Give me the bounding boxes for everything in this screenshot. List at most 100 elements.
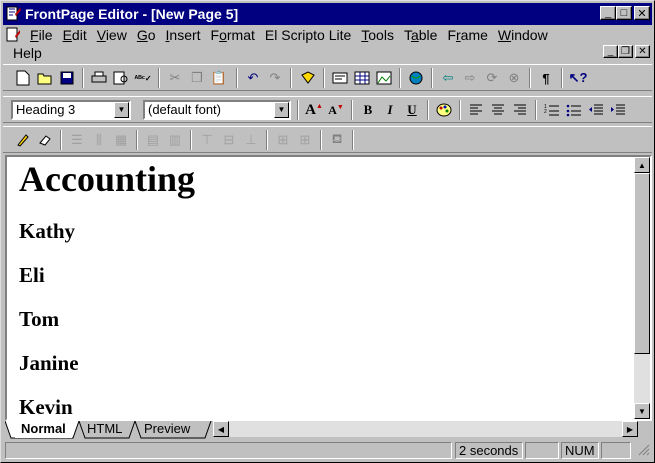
align-right-button[interactable] bbox=[510, 100, 530, 120]
split-cells-button[interactable]: ▥ bbox=[165, 130, 185, 150]
bold-button[interactable]: B bbox=[358, 100, 378, 120]
maximize-button[interactable]: □ bbox=[616, 6, 632, 20]
status-bar: 2 seconds NUM bbox=[3, 441, 652, 460]
redo-button[interactable]: ↷ bbox=[265, 68, 285, 88]
menu-table[interactable]: Table bbox=[399, 26, 442, 44]
align-top-button[interactable]: ⊤ bbox=[197, 130, 217, 150]
document-editor-area[interactable]: Accounting Kathy Eli Tom Janine Kevin ▲ … bbox=[5, 155, 652, 421]
doc-close-button[interactable]: ✕ bbox=[635, 45, 650, 58]
separator bbox=[190, 130, 192, 150]
save-button[interactable] bbox=[57, 68, 77, 88]
center-vertically-button[interactable]: ⊟ bbox=[219, 130, 239, 150]
back-button[interactable]: ⇦ bbox=[438, 68, 458, 88]
new-page-button[interactable] bbox=[13, 68, 33, 88]
forward-button[interactable]: ⇨ bbox=[460, 68, 480, 88]
font-value: (default font) bbox=[148, 102, 221, 117]
increase-indent-button[interactable] bbox=[608, 100, 628, 120]
separator bbox=[297, 100, 299, 120]
menu-tools[interactable]: Tools bbox=[356, 26, 399, 44]
menu-insert[interactable]: Insert bbox=[161, 26, 206, 44]
align-center-button[interactable] bbox=[488, 100, 508, 120]
tab-normal[interactable]: Normal bbox=[15, 421, 72, 438]
help-cursor-icon: ↖? bbox=[568, 70, 588, 85]
copy-button[interactable]: ❐ bbox=[187, 68, 207, 88]
fill-color-button[interactable]: ⛾ bbox=[327, 130, 347, 150]
menu-go[interactable]: Go bbox=[132, 26, 161, 44]
paste-button[interactable]: 📋 bbox=[209, 68, 229, 88]
increase-font-size-button[interactable]: A▲ bbox=[304, 100, 324, 120]
menu-format[interactable]: Format bbox=[206, 26, 260, 44]
refresh-icon: ⟳ bbox=[486, 70, 498, 85]
insert-table-button[interactable] bbox=[352, 68, 372, 88]
menu-edit[interactable]: Edit bbox=[58, 26, 92, 44]
menu-frame[interactable]: Frame bbox=[442, 26, 492, 44]
merge-cells-button[interactable]: ▤ bbox=[143, 130, 163, 150]
scroll-down-button[interactable]: ▼ bbox=[634, 403, 650, 419]
hyperlink-button[interactable] bbox=[406, 68, 426, 88]
tab-preview[interactable]: Preview bbox=[138, 421, 196, 438]
align-left-button[interactable] bbox=[466, 100, 486, 120]
webbot-component-button[interactable] bbox=[298, 68, 318, 88]
eraser-button[interactable] bbox=[35, 130, 55, 150]
separator bbox=[320, 130, 322, 150]
delete-cells-button[interactable]: ▦ bbox=[111, 130, 131, 150]
left-arrow-icon: ◀ bbox=[217, 424, 225, 434]
show-formatting-marks-button[interactable]: ¶ bbox=[536, 68, 556, 88]
scroll-up-button[interactable]: ▲ bbox=[634, 157, 650, 173]
scroll-left-button[interactable]: ◀ bbox=[213, 421, 229, 437]
insert-form-field-button[interactable] bbox=[330, 68, 350, 88]
separator bbox=[290, 68, 292, 88]
insert-columns-button[interactable]: ⫼ bbox=[89, 130, 109, 150]
separator bbox=[399, 68, 401, 88]
doc-restore-button[interactable]: ❐ bbox=[618, 45, 633, 58]
distribute-rows-button[interactable]: ⊞ bbox=[273, 130, 293, 150]
italic-button[interactable]: I bbox=[380, 100, 400, 120]
open-button[interactable] bbox=[35, 68, 55, 88]
align-top-icon: ⊤ bbox=[201, 132, 213, 147]
menu-help[interactable]: Help bbox=[8, 44, 47, 62]
close-button[interactable]: ✕ bbox=[634, 6, 650, 20]
doc-minimize-button[interactable]: _ bbox=[603, 45, 618, 58]
decrease-font-icon: A▼ bbox=[328, 102, 344, 117]
menu-file[interactable]: File bbox=[25, 26, 58, 44]
align-bottom-button[interactable]: ⊥ bbox=[241, 130, 261, 150]
status-load-time: 2 seconds bbox=[455, 442, 523, 459]
title-bar[interactable]: FrontPage Editor - [New Page 5] _ □ ✕ bbox=[3, 3, 652, 25]
numbered-list-button[interactable]: 12 bbox=[542, 100, 562, 120]
scroll-right-button[interactable]: ▶ bbox=[622, 421, 638, 437]
print-preview-button[interactable] bbox=[111, 68, 131, 88]
increase-indent-icon bbox=[611, 104, 625, 115]
help-pointer-button[interactable]: ↖? bbox=[568, 68, 588, 88]
print-button[interactable] bbox=[89, 68, 109, 88]
font-select[interactable]: (default font) ▼ bbox=[143, 100, 291, 120]
tab-html[interactable]: HTML bbox=[81, 421, 128, 438]
draw-table-button[interactable] bbox=[13, 130, 33, 150]
menu-window[interactable]: Window bbox=[493, 26, 553, 44]
text-color-button[interactable] bbox=[434, 100, 454, 120]
refresh-button[interactable]: ⟳ bbox=[482, 68, 502, 88]
vertical-scrollbar[interactable]: ▲ ▼ bbox=[634, 157, 650, 419]
resize-grip-icon[interactable] bbox=[633, 442, 650, 459]
minimize-button[interactable]: _ bbox=[600, 6, 616, 20]
menu-el-scripto-lite[interactable]: El Scripto Lite bbox=[260, 26, 356, 44]
scroll-thumb[interactable] bbox=[634, 173, 650, 354]
dropdown-arrow-icon[interactable]: ▼ bbox=[114, 102, 129, 118]
decrease-font-size-button[interactable]: A▼ bbox=[326, 100, 346, 120]
stop-button[interactable]: ⊗ bbox=[504, 68, 524, 88]
insert-image-button[interactable] bbox=[374, 68, 394, 88]
cut-button[interactable]: ✂ bbox=[165, 68, 185, 88]
underline-button[interactable]: U bbox=[402, 100, 422, 120]
horizontal-scrollbar[interactable]: ◀ ▶ bbox=[213, 421, 638, 437]
dropdown-arrow-icon[interactable]: ▼ bbox=[274, 102, 289, 118]
bulleted-list-button[interactable] bbox=[564, 100, 584, 120]
decrease-indent-button[interactable] bbox=[586, 100, 606, 120]
menu-view[interactable]: View bbox=[92, 26, 132, 44]
insert-rows-button[interactable]: ☰ bbox=[67, 130, 87, 150]
paragraph-style-select[interactable]: Heading 3 ▼ bbox=[11, 100, 131, 120]
frontpage-app-icon[interactable] bbox=[6, 6, 22, 22]
spelling-button[interactable]: ᴬᴮᶜ✓ bbox=[133, 68, 153, 88]
undo-button[interactable]: ↶ bbox=[243, 68, 263, 88]
document-content[interactable]: Accounting Kathy Eli Tom Janine Kevin bbox=[19, 157, 619, 419]
distribute-columns-button[interactable]: ⊞ bbox=[295, 130, 315, 150]
document-icon[interactable] bbox=[5, 27, 21, 43]
